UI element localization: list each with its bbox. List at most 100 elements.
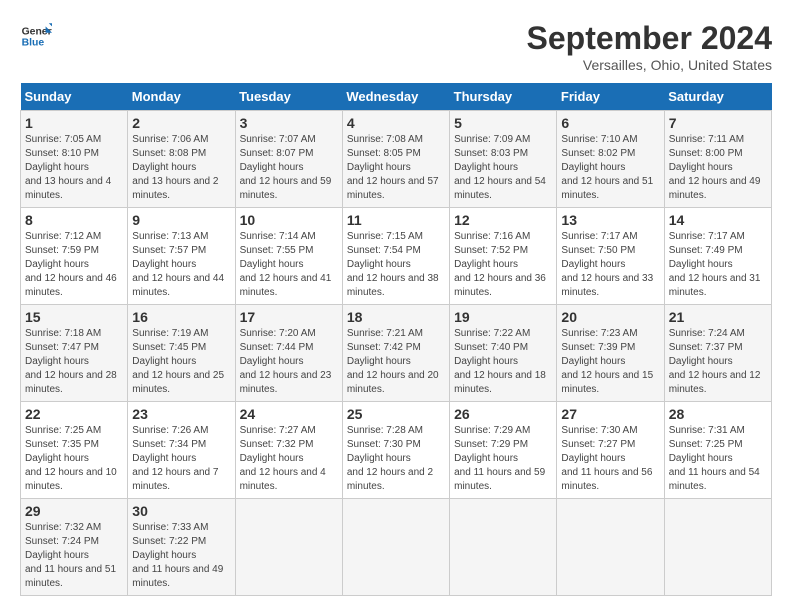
header: General Blue September 2024 Versailles, … [20,20,772,73]
logo-icon: General Blue [20,20,52,52]
calendar-cell: 12 Sunrise: 7:16 AM Sunset: 7:52 PM Dayl… [450,208,557,305]
day-number: 25 [347,406,445,422]
calendar-cell: 22 Sunrise: 7:25 AM Sunset: 7:35 PM Dayl… [21,402,128,499]
day-info: Sunrise: 7:30 AM Sunset: 7:27 PM Dayligh… [561,424,659,494]
day-info: Sunrise: 7:09 AM Sunset: 8:03 PM Dayligh… [454,133,552,203]
day-info: Sunrise: 7:08 AM Sunset: 8:05 PM Dayligh… [347,133,445,203]
day-number: 14 [669,212,767,228]
day-number: 4 [347,115,445,131]
calendar-cell: 10 Sunrise: 7:14 AM Sunset: 7:55 PM Dayl… [235,208,342,305]
calendar-cell: 8 Sunrise: 7:12 AM Sunset: 7:59 PM Dayli… [21,208,128,305]
day-number: 3 [240,115,338,131]
day-info: Sunrise: 7:06 AM Sunset: 8:08 PM Dayligh… [132,133,230,203]
day-info: Sunrise: 7:15 AM Sunset: 7:54 PM Dayligh… [347,230,445,300]
calendar-cell: 28 Sunrise: 7:31 AM Sunset: 7:25 PM Dayl… [664,402,771,499]
day-info: Sunrise: 7:17 AM Sunset: 7:50 PM Dayligh… [561,230,659,300]
svg-text:Blue: Blue [22,38,45,49]
logo: General Blue [20,20,52,52]
calendar-cell: 2 Sunrise: 7:06 AM Sunset: 8:08 PM Dayli… [128,111,235,208]
day-number: 8 [25,212,123,228]
calendar-cell: 13 Sunrise: 7:17 AM Sunset: 7:50 PM Dayl… [557,208,664,305]
calendar-cell: 24 Sunrise: 7:27 AM Sunset: 7:32 PM Dayl… [235,402,342,499]
day-info: Sunrise: 7:33 AM Sunset: 7:22 PM Dayligh… [132,521,230,591]
calendar-cell: 23 Sunrise: 7:26 AM Sunset: 7:34 PM Dayl… [128,402,235,499]
calendar-cell: 30 Sunrise: 7:33 AM Sunset: 7:22 PM Dayl… [128,499,235,596]
day-info: Sunrise: 7:18 AM Sunset: 7:47 PM Dayligh… [25,327,123,397]
day-number: 28 [669,406,767,422]
col-wednesday: Wednesday [342,83,449,111]
calendar-cell [664,499,771,596]
day-info: Sunrise: 7:14 AM Sunset: 7:55 PM Dayligh… [240,230,338,300]
day-info: Sunrise: 7:29 AM Sunset: 7:29 PM Dayligh… [454,424,552,494]
day-number: 20 [561,309,659,325]
calendar-cell: 7 Sunrise: 7:11 AM Sunset: 8:00 PM Dayli… [664,111,771,208]
calendar-cell: 18 Sunrise: 7:21 AM Sunset: 7:42 PM Dayl… [342,305,449,402]
calendar-cell: 4 Sunrise: 7:08 AM Sunset: 8:05 PM Dayli… [342,111,449,208]
day-number: 10 [240,212,338,228]
day-info: Sunrise: 7:22 AM Sunset: 7:40 PM Dayligh… [454,327,552,397]
calendar-cell [342,499,449,596]
calendar-cell: 9 Sunrise: 7:13 AM Sunset: 7:57 PM Dayli… [128,208,235,305]
day-number: 15 [25,309,123,325]
calendar-cell: 14 Sunrise: 7:17 AM Sunset: 7:49 PM Dayl… [664,208,771,305]
calendar-week-1: 1 Sunrise: 7:05 AM Sunset: 8:10 PM Dayli… [21,111,772,208]
calendar-cell: 20 Sunrise: 7:23 AM Sunset: 7:39 PM Dayl… [557,305,664,402]
calendar-week-4: 22 Sunrise: 7:25 AM Sunset: 7:35 PM Dayl… [21,402,772,499]
day-info: Sunrise: 7:17 AM Sunset: 7:49 PM Dayligh… [669,230,767,300]
header-row: Sunday Monday Tuesday Wednesday Thursday… [21,83,772,111]
day-number: 29 [25,503,123,519]
day-number: 1 [25,115,123,131]
calendar-cell [450,499,557,596]
calendar-cell: 19 Sunrise: 7:22 AM Sunset: 7:40 PM Dayl… [450,305,557,402]
day-number: 16 [132,309,230,325]
day-number: 22 [25,406,123,422]
day-number: 26 [454,406,552,422]
day-number: 17 [240,309,338,325]
calendar-cell: 11 Sunrise: 7:15 AM Sunset: 7:54 PM Dayl… [342,208,449,305]
calendar-cell: 15 Sunrise: 7:18 AM Sunset: 7:47 PM Dayl… [21,305,128,402]
day-info: Sunrise: 7:26 AM Sunset: 7:34 PM Dayligh… [132,424,230,494]
day-number: 18 [347,309,445,325]
day-number: 21 [669,309,767,325]
calendar-cell: 6 Sunrise: 7:10 AM Sunset: 8:02 PM Dayli… [557,111,664,208]
day-info: Sunrise: 7:12 AM Sunset: 7:59 PM Dayligh… [25,230,123,300]
calendar-week-2: 8 Sunrise: 7:12 AM Sunset: 7:59 PM Dayli… [21,208,772,305]
day-info: Sunrise: 7:23 AM Sunset: 7:39 PM Dayligh… [561,327,659,397]
day-number: 24 [240,406,338,422]
col-saturday: Saturday [664,83,771,111]
calendar-cell [557,499,664,596]
day-number: 19 [454,309,552,325]
calendar-cell: 5 Sunrise: 7:09 AM Sunset: 8:03 PM Dayli… [450,111,557,208]
day-info: Sunrise: 7:10 AM Sunset: 8:02 PM Dayligh… [561,133,659,203]
day-info: Sunrise: 7:19 AM Sunset: 7:45 PM Dayligh… [132,327,230,397]
day-info: Sunrise: 7:11 AM Sunset: 8:00 PM Dayligh… [669,133,767,203]
calendar-cell [235,499,342,596]
calendar-week-5: 29 Sunrise: 7:32 AM Sunset: 7:24 PM Dayl… [21,499,772,596]
calendar-cell: 25 Sunrise: 7:28 AM Sunset: 7:30 PM Dayl… [342,402,449,499]
calendar-cell: 16 Sunrise: 7:19 AM Sunset: 7:45 PM Dayl… [128,305,235,402]
day-info: Sunrise: 7:07 AM Sunset: 8:07 PM Dayligh… [240,133,338,203]
calendar-week-3: 15 Sunrise: 7:18 AM Sunset: 7:47 PM Dayl… [21,305,772,402]
day-number: 5 [454,115,552,131]
day-number: 2 [132,115,230,131]
day-number: 27 [561,406,659,422]
day-info: Sunrise: 7:27 AM Sunset: 7:32 PM Dayligh… [240,424,338,494]
calendar-cell: 26 Sunrise: 7:29 AM Sunset: 7:29 PM Dayl… [450,402,557,499]
col-tuesday: Tuesday [235,83,342,111]
day-number: 23 [132,406,230,422]
location: Versailles, Ohio, United States [527,57,772,73]
calendar-cell: 3 Sunrise: 7:07 AM Sunset: 8:07 PM Dayli… [235,111,342,208]
calendar-cell: 21 Sunrise: 7:24 AM Sunset: 7:37 PM Dayl… [664,305,771,402]
day-info: Sunrise: 7:13 AM Sunset: 7:57 PM Dayligh… [132,230,230,300]
day-number: 7 [669,115,767,131]
day-number: 13 [561,212,659,228]
day-info: Sunrise: 7:16 AM Sunset: 7:52 PM Dayligh… [454,230,552,300]
day-number: 12 [454,212,552,228]
day-info: Sunrise: 7:25 AM Sunset: 7:35 PM Dayligh… [25,424,123,494]
day-info: Sunrise: 7:32 AM Sunset: 7:24 PM Dayligh… [25,521,123,591]
month-title: September 2024 [527,20,772,57]
day-number: 11 [347,212,445,228]
calendar-cell: 29 Sunrise: 7:32 AM Sunset: 7:24 PM Dayl… [21,499,128,596]
calendar-cell: 27 Sunrise: 7:30 AM Sunset: 7:27 PM Dayl… [557,402,664,499]
calendar-cell: 1 Sunrise: 7:05 AM Sunset: 8:10 PM Dayli… [21,111,128,208]
